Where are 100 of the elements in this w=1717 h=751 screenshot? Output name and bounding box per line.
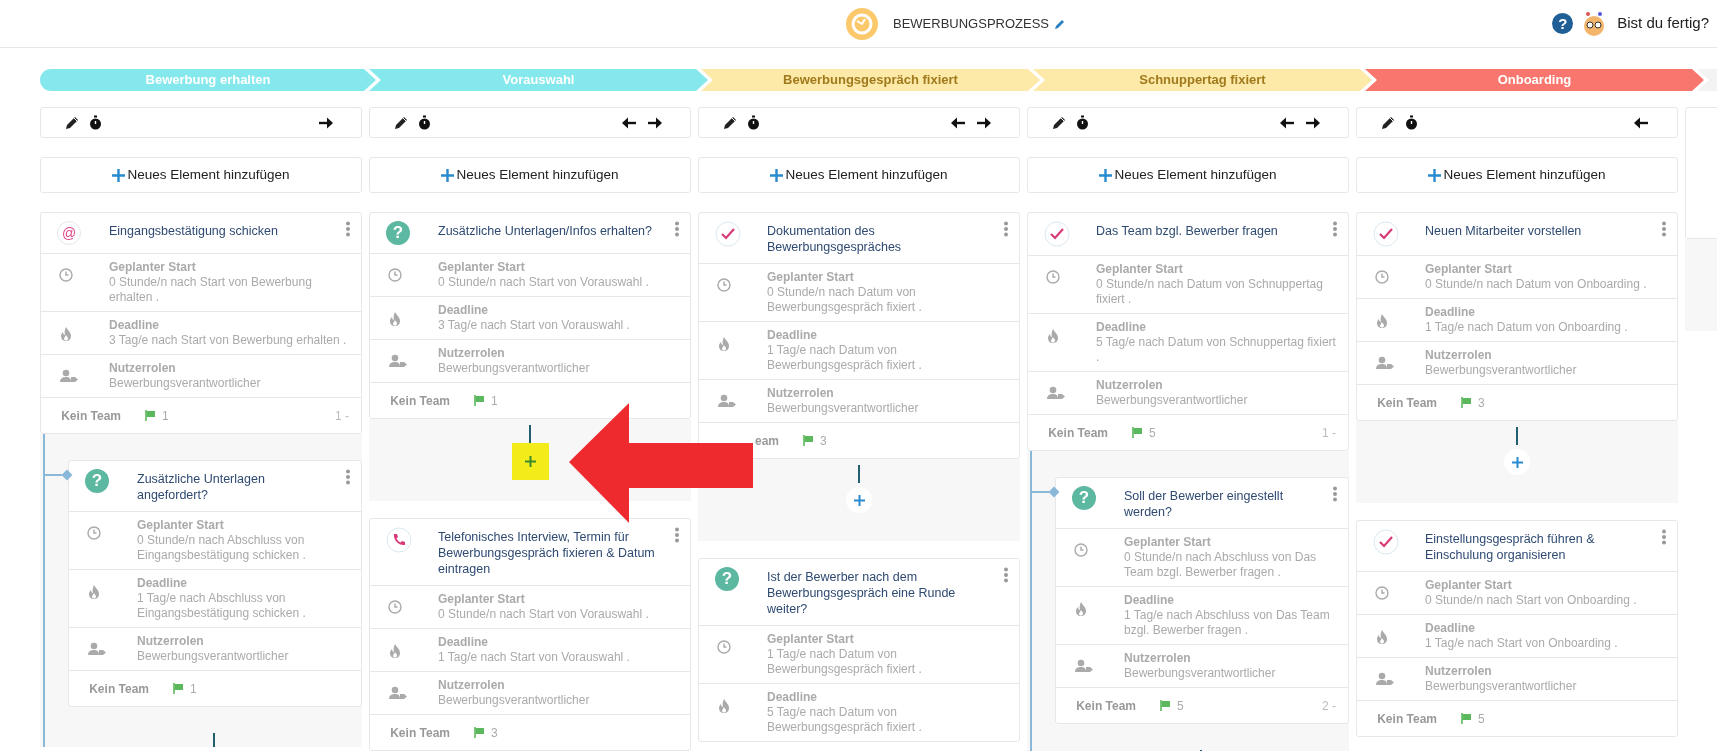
check-icon [1373, 221, 1399, 247]
help-prompt[interactable]: Bist du fertig? [1617, 12, 1709, 35]
order-label: 2 - [1322, 697, 1336, 715]
task-card[interactable] [698, 212, 1020, 459]
add-element-button[interactable]: Neues Element hinzufügen [40, 157, 362, 193]
add-step-button[interactable] [846, 487, 872, 513]
connector-line [213, 733, 215, 747]
arrow-right-icon[interactable] [647, 116, 662, 129]
more-icon[interactable] [345, 221, 351, 237]
task-card[interactable] [369, 518, 691, 751]
connector-line [529, 425, 531, 443]
arrow-left-icon[interactable] [622, 116, 637, 129]
flag-count: 5 [1149, 424, 1156, 442]
order-label: 1 - [335, 407, 349, 425]
field-label: Nutzerrolen [438, 346, 506, 361]
edit-icon[interactable] [65, 115, 79, 130]
flag-icon [1461, 713, 1472, 724]
more-icon[interactable] [1661, 221, 1667, 237]
task-card[interactable]: Neuen Mitarbeiter vorstellen Geplanter Start 0 Stunde/n nach Datum von Onboarding . Deadline 1 Tag/e nach Datum von Onboarding . Nutzerrolen Bewerbungsverantwortlicher Kein Team 3 [1356, 212, 1678, 421]
edit-icon[interactable] [1381, 115, 1395, 130]
task-card[interactable] [40, 212, 362, 434]
plus-icon [1511, 456, 1523, 468]
card-title[interactable]: Neuen Mitarbeiter vorstellen [1425, 221, 1655, 239]
add-element-button[interactable]: Neues Element hinzufügen [698, 157, 1020, 193]
card-title[interactable]: Soll der Bewerber eingestellt werden? [1124, 486, 1326, 520]
field-value: 0 Stunde/n nach Abschluss von Eingangsbestätigung schicken . [137, 533, 307, 563]
card-title[interactable]: Das Team bzgl. Bewerber fragen [1096, 221, 1326, 239]
arrow-left-icon[interactable] [1280, 116, 1295, 129]
flag-icon [803, 435, 814, 446]
flag-count: 3 [820, 432, 827, 450]
task-card[interactable]: ? Ist der Bewerber nach dem Bewerbungsgespräch eine Runde weiter? Geplanter Start 1 Tag/e nach Datum von Bewerbungsgespräch fixiert . Deadline 5 Tag/e nach Datum von Bewerbungsgespräch fixiert . [698, 558, 1020, 742]
field-label: Deadline [1124, 593, 1175, 608]
more-icon[interactable] [674, 221, 680, 237]
card-title[interactable]: Eingangsbestätigung schicken [109, 221, 339, 239]
task-card[interactable] [1055, 477, 1349, 724]
flame-icon [388, 311, 402, 327]
task-card[interactable] [1027, 212, 1349, 451]
more-icon[interactable] [1003, 567, 1009, 583]
card-title[interactable]: Ist der Bewerber nach dem Bewerbungsgespräch eine Runde weiter? [767, 567, 997, 617]
more-icon[interactable] [674, 527, 680, 543]
field-label: Deadline [137, 576, 188, 591]
arrow-left-icon[interactable] [951, 116, 966, 129]
field-label: Geplanter Start [767, 632, 855, 647]
field-label: Deadline [438, 303, 489, 318]
timer-icon[interactable] [89, 115, 102, 130]
more-icon[interactable] [1003, 221, 1009, 237]
timer-icon[interactable] [418, 115, 431, 130]
field-label: Geplanter Start [438, 592, 526, 607]
flame-icon [1375, 313, 1389, 329]
more-icon[interactable] [1661, 529, 1667, 545]
card-title[interactable]: Dokumentation des Bewerbungsgespräches [767, 221, 997, 255]
user-icon [1074, 659, 1094, 673]
task-card[interactable] [1356, 520, 1678, 737]
field-value: 1 Tag/e nach Start von Vorauswahl . [438, 650, 631, 665]
arrow-left-icon[interactable] [1634, 116, 1649, 129]
field-value: Bewerbungsverantwortlicher [1425, 363, 1578, 378]
card-title[interactable]: Einstellungsgespräch führen & Einschulung organisieren [1425, 529, 1655, 563]
field-label: Geplanter Start [1124, 535, 1212, 550]
arrow-right-icon[interactable] [976, 116, 991, 129]
field-label: Geplanter Start [438, 260, 526, 275]
card-title[interactable]: Zusätzliche Unterlagen angefordert? [137, 469, 339, 503]
more-icon[interactable] [345, 469, 351, 485]
add-element-button[interactable]: Neues Element hinzufügen [1356, 157, 1678, 193]
help-button[interactable]: ? [1552, 13, 1574, 34]
clock-icon [1046, 270, 1060, 284]
flame-icon [1074, 601, 1088, 617]
field-value: Bewerbungsverantwortlicher [1124, 666, 1277, 681]
card-title[interactable]: Zusätzliche Unterlagen/Infos erhalten? [438, 221, 668, 239]
more-icon[interactable] [1332, 221, 1338, 237]
process-title: BEWERBUNGSPROZESS [893, 15, 1050, 34]
flag-icon [173, 683, 184, 694]
add-element-button[interactable]: Neues Element hinzufügen [369, 157, 691, 193]
field-value: 0 Stunde/n nach Start von Vorauswahl . [438, 275, 650, 290]
add-element-button[interactable]: Neues Element hinzufügen [1027, 157, 1349, 193]
phone-icon [386, 527, 412, 553]
edit-icon[interactable] [723, 115, 737, 130]
task-card[interactable]: ? Zusätzliche Unterlagen/Infos erhalten? Geplanter Start 0 Stunde/n nach Start von Vorauswahl . Deadline 3 Tag/e nach Start von Vorauswahl . Nutzerrolen Bewerbungsverantwortlicher Kein Team 1 [369, 212, 691, 419]
more-icon[interactable] [1332, 486, 1338, 502]
flame-icon [1375, 629, 1389, 645]
flag-count: 3 [1478, 394, 1485, 412]
clock-icon [388, 600, 402, 614]
user-icon [388, 354, 408, 368]
user-icon [717, 394, 737, 408]
task-card[interactable] [68, 460, 362, 707]
team-label: Kein Team [1047, 424, 1108, 442]
timer-icon[interactable] [1405, 115, 1418, 130]
question-icon: ? [715, 567, 739, 591]
card-title[interactable]: Telefonisches Interview, Termin für Bewerbungsgespräch fixieren & Datum eintragen [438, 527, 668, 577]
add-step-button[interactable] [1504, 449, 1530, 475]
edit-icon[interactable] [394, 115, 408, 130]
flag-count: 3 [491, 724, 498, 742]
flag-count: 1 [162, 407, 169, 425]
timer-icon[interactable] [1076, 115, 1089, 130]
clock-icon [87, 526, 101, 540]
arrow-right-icon[interactable] [318, 116, 333, 129]
arrow-right-icon[interactable] [1305, 116, 1320, 129]
add-step-button[interactable] [511, 443, 549, 480]
timer-icon[interactable] [747, 115, 760, 130]
field-label: Deadline [1096, 320, 1147, 335]
edit-icon[interactable] [1052, 115, 1066, 130]
